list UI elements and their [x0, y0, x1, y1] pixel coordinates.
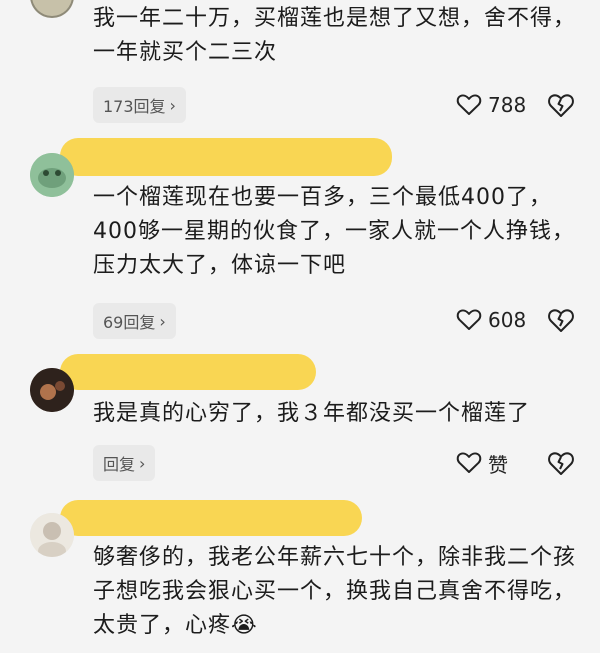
comment-text: 一个榴莲现在也要一百多，三个最低400了，400够一星期的伙食了，一家人就一个人… — [93, 185, 575, 278]
comment-text: 我一年二十万，买榴莲也是想了又想，舍不得，一年就买个二三次 — [93, 6, 577, 65]
reply-label: 173回复 — [103, 97, 166, 116]
username-redaction — [60, 138, 392, 176]
chevron-right-icon: › — [139, 453, 146, 473]
reply-label: 回复 — [103, 455, 136, 474]
heart-outline-icon — [456, 309, 482, 330]
comment-text: 我是真的心穷了，我３年都没买一个榴莲了 — [93, 401, 531, 426]
like-button[interactable]: 608 — [456, 305, 526, 335]
like-button[interactable]: 788 — [456, 90, 526, 120]
broken-heart-icon[interactable] — [547, 91, 575, 119]
reply-button[interactable]: 回复 › — [93, 445, 156, 481]
heart-outline-icon — [456, 94, 482, 115]
like-count: 608 — [488, 308, 527, 332]
username-redaction — [60, 354, 316, 390]
reply-button[interactable]: 69回复 › — [93, 303, 176, 339]
broken-heart-icon[interactable] — [547, 306, 575, 334]
like-count: 788 — [488, 93, 527, 117]
avatar-image — [30, 153, 74, 197]
broken-heart-icon[interactable] — [547, 449, 575, 477]
avatar[interactable] — [30, 153, 74, 197]
like-button[interactable]: 赞 — [456, 448, 508, 478]
comment-body: 够奢侈的，我老公年薪六七十个，除非我二个孩子想吃我会狠心买一个，换我自己真舍不得… — [93, 545, 577, 638]
chevron-right-icon: › — [159, 311, 166, 331]
avatar[interactable] — [30, 0, 74, 18]
username-redaction — [60, 500, 362, 536]
chevron-right-icon: › — [169, 95, 176, 115]
heart-outline-icon — [456, 452, 482, 473]
avatar-image — [30, 368, 74, 412]
avatar[interactable] — [30, 513, 74, 557]
reply-label: 69回复 — [103, 313, 156, 332]
crying-emoji-icon: 😭 — [231, 613, 258, 638]
reply-button[interactable]: 173回复 › — [93, 87, 186, 123]
like-label: 赞 — [488, 452, 508, 477]
avatar[interactable] — [30, 368, 74, 412]
avatar-image — [30, 513, 74, 557]
comment-text: 够奢侈的，我老公年薪六七十个，除非我二个孩子想吃我会狠心买一个，换我自己真舍不得… — [93, 541, 583, 643]
